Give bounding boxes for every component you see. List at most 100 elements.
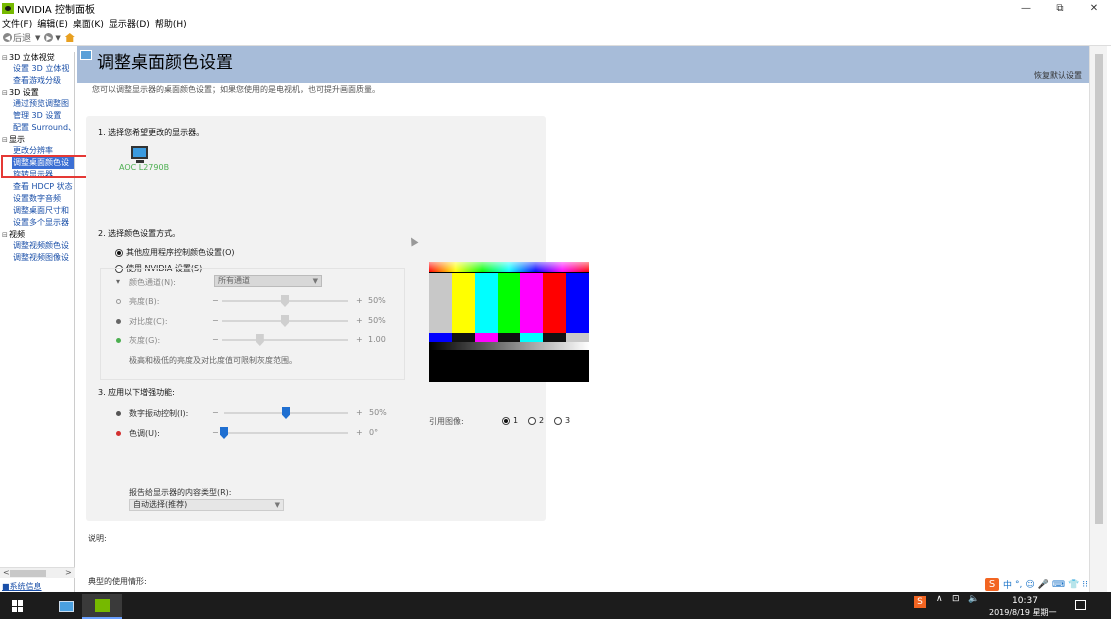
ime-toolbox-icon[interactable]: ⁝⁝	[1082, 580, 1088, 590]
tree-group-3d-settings[interactable]: ⊟3D 设置	[0, 87, 74, 98]
gamma-plus[interactable]: +	[356, 335, 363, 344]
tree-group-display[interactable]: ⊟显示	[0, 134, 74, 145]
scrollbar-thumb[interactable]	[10, 570, 46, 577]
hue-minus[interactable]: −	[212, 428, 219, 437]
close-button[interactable]: ✕	[1077, 0, 1111, 16]
notification-icon[interactable]	[1075, 600, 1086, 610]
tree-item-video-color[interactable]: 调整视频颜色设	[0, 240, 74, 252]
contrast-plus[interactable]: +	[356, 316, 363, 325]
ime-emoji-icon[interactable]: ☺	[1025, 580, 1034, 590]
forward-dropdown-icon[interactable]: ▼	[55, 34, 60, 42]
collapse-icon[interactable]: ⊟	[2, 230, 9, 241]
ime-skin-icon[interactable]: 👕	[1068, 580, 1079, 590]
restore-defaults-link[interactable]: 恢复默认设置	[1034, 70, 1082, 81]
vibrance-icon	[116, 411, 121, 416]
color-bar	[429, 273, 452, 333]
nav-toolbar: ◀ 后退 ▼ ▶ ▼	[0, 30, 1111, 46]
scrollbar-thumb[interactable]	[1095, 54, 1103, 524]
monitor-name[interactable]: AOC L2790B	[119, 163, 169, 172]
display-settings-icon	[80, 50, 92, 60]
ime-keyboard-icon[interactable]: ⌨	[1052, 580, 1065, 590]
collapse-icon[interactable]: ⊟	[2, 53, 9, 64]
vibrance-plus[interactable]: +	[356, 408, 363, 417]
menu-display[interactable]: 显示器(D)	[109, 17, 150, 30]
tree-item-hdcp-status[interactable]: 查看 HDCP 状态	[0, 181, 74, 193]
system-info-link[interactable]: ■系统信息	[2, 581, 42, 592]
tree-item-digital-audio[interactable]: 设置数字音频	[0, 193, 74, 205]
clock-date[interactable]: 2019/8/19 星期一	[989, 607, 1057, 618]
tree-item-video-image[interactable]: 调整视频图像设	[0, 252, 74, 264]
content-type-select[interactable]: 自动选择(推荐) ▼	[129, 499, 284, 511]
radio-button[interactable]	[554, 416, 562, 425]
menu-bar: 文件(F) 编辑(E) 桌面(K) 显示器(D) 帮助(H)	[0, 16, 1111, 30]
menu-help[interactable]: 帮助(H)	[155, 17, 187, 30]
tree-item-setup-3d-stereo[interactable]: 设置 3D 立体视	[0, 63, 74, 75]
tree-group-video[interactable]: ⊟视频	[0, 229, 74, 240]
ime-voice-icon[interactable]: 🎤	[1038, 580, 1049, 590]
select-value: 自动选择(推荐)	[133, 500, 188, 509]
monitor-icon[interactable]	[131, 146, 148, 163]
collapse-icon[interactable]: ⊟	[2, 135, 9, 146]
tray-expand-icon[interactable]: ∧	[936, 594, 943, 604]
radio-button[interactable]	[502, 416, 510, 425]
radio-button[interactable]	[528, 416, 536, 425]
color-bar	[543, 273, 567, 333]
hue-plus[interactable]: +	[356, 428, 363, 437]
volume-icon[interactable]: 🔈	[968, 594, 979, 604]
contrast-label: 对比度(C):	[129, 317, 168, 326]
gamma-minus[interactable]: −	[212, 335, 219, 344]
radio-button[interactable]	[115, 248, 123, 257]
scroll-left-icon[interactable]: <	[3, 568, 10, 577]
tree-item-preview-adjust[interactable]: 通过预览调整图	[0, 98, 74, 110]
reference-image-label: 引用图像:	[429, 417, 464, 426]
sidebar-horizontal-scrollbar[interactable]: < >	[0, 567, 75, 578]
tree-item-multiple-displays[interactable]: 设置多个显示器	[0, 217, 74, 229]
tree-item-surround[interactable]: 配置 Surround、	[0, 122, 74, 134]
ime-punctuation-icon[interactable]: °,	[1015, 580, 1022, 590]
gamma-track[interactable]	[222, 339, 348, 341]
clock-time[interactable]: 10:37	[1012, 596, 1038, 606]
tree-item-manage-3d[interactable]: 管理 3D 设置	[0, 110, 74, 122]
network-icon[interactable]: ⊡	[952, 594, 960, 604]
hue-label: 色调(U):	[129, 429, 160, 438]
sogou-logo-icon[interactable]: S	[985, 578, 999, 591]
spectrum-fade	[429, 262, 589, 272]
annotation-highlight-box	[1, 155, 89, 178]
minimize-button[interactable]: —	[1009, 0, 1043, 16]
menu-desktop[interactable]: 桌面(K)	[73, 17, 104, 30]
gamma-label: 灰度(G):	[129, 336, 161, 345]
radio-app-controls[interactable]: 其他应用程序控制颜色设置(O)	[115, 247, 235, 258]
hue-track[interactable]	[224, 432, 348, 434]
home-icon[interactable]	[64, 33, 75, 42]
channel-row: ▾	[116, 277, 120, 286]
brightness-icon	[116, 299, 121, 304]
mini-color-bar	[429, 333, 452, 342]
vibrance-minus[interactable]: −	[212, 408, 219, 417]
brightness-plus[interactable]: +	[356, 296, 363, 305]
back-arrow-icon[interactable]: ◀	[3, 33, 12, 42]
taskbar-app-nvidia[interactable]	[82, 594, 122, 619]
forward-arrow-icon[interactable]: ▶	[44, 33, 54, 42]
contrast-minus[interactable]: −	[212, 316, 219, 325]
scroll-right-icon[interactable]: >	[65, 568, 72, 577]
brightness-minus[interactable]: −	[212, 296, 219, 305]
color-channel-select[interactable]: 所有通道 ▼	[214, 275, 322, 287]
tree-group-3d-stereo[interactable]: ⊟3D 立体视觉	[0, 52, 74, 63]
menu-edit[interactable]: 编辑(E)	[37, 17, 68, 30]
back-dropdown-icon[interactable]: ▼	[35, 34, 40, 42]
ref-image-radio-1[interactable]: 1	[502, 416, 518, 425]
maximize-button[interactable]: ⧉	[1043, 0, 1077, 16]
ime-toolbar: S 中 °, ☺ 🎤 ⌨ 👕 ⁝⁝	[985, 578, 1091, 591]
collapse-icon[interactable]: ⊟	[2, 88, 9, 99]
ref-image-radio-3[interactable]: 3	[554, 416, 570, 425]
sogou-tray-icon[interactable]: S	[914, 596, 926, 608]
back-button[interactable]: 后退	[13, 31, 31, 44]
ref-image-radio-2[interactable]: 2	[528, 416, 544, 425]
windows-start-icon[interactable]	[12, 600, 24, 612]
tree-item-desktop-size[interactable]: 调整桌面尺寸和	[0, 205, 74, 217]
content-vertical-scrollbar[interactable]	[1089, 46, 1107, 592]
menu-file[interactable]: 文件(F)	[2, 17, 32, 30]
taskbar-app-remote[interactable]	[46, 594, 86, 619]
ime-chinese-mode[interactable]: 中	[1003, 578, 1012, 591]
tree-item-game-ratings[interactable]: 查看游戏分级	[0, 75, 74, 87]
